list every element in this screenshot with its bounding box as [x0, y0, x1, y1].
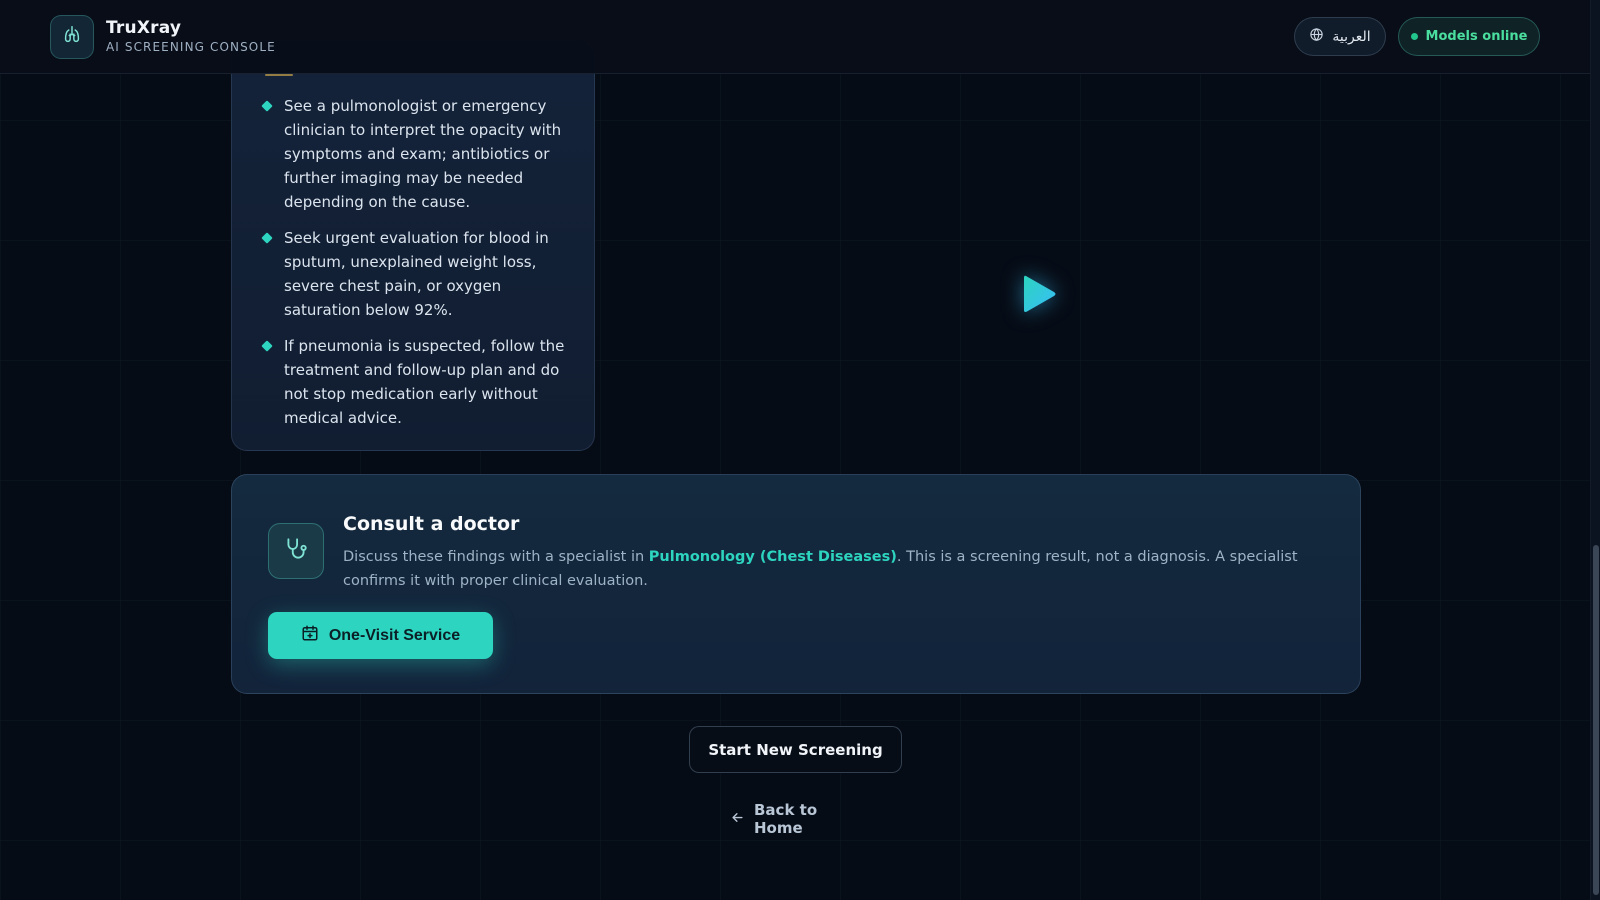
consult-doctor-card: Consult a doctor Discuss these findings … [231, 474, 1361, 694]
page-scrollbar[interactable] [1590, 0, 1600, 900]
consult-desc-lead: Discuss these findings with a specialist… [343, 549, 649, 565]
language-label: العربية [1332, 28, 1371, 45]
recommendation-text: Seek urgent evaluation for blood in sput… [284, 229, 549, 319]
status-dot-icon [1410, 33, 1418, 40]
list-item: Seek urgent evaluation for blood in sput… [261, 226, 580, 322]
card-accent-line [265, 74, 293, 76]
start-new-screening-label: Start New Screening [708, 740, 883, 759]
list-item: If pneumonia is suspected, follow the tr… [261, 334, 580, 430]
top-header: TruXray AI SCREENING CONSOLE العربية Mod… [0, 0, 1590, 74]
back-to-home-link[interactable]: Back to Home [730, 801, 870, 837]
diamond-bullet-icon [261, 232, 273, 244]
recommendation-text: See a pulmonologist or emergency clinici… [284, 97, 562, 211]
app-name: TruXray [106, 18, 182, 38]
recommendation-text: If pneumonia is suspected, follow the tr… [284, 337, 565, 427]
scrollbar-thumb[interactable] [1593, 545, 1599, 895]
calendar-plus-icon [301, 624, 319, 647]
list-item: See a pulmonologist or emergency clinici… [261, 94, 580, 214]
diamond-bullet-icon [261, 340, 273, 352]
specialty-highlight: Pulmonology (Chest Diseases) [648, 549, 897, 565]
arrow-left-icon [730, 810, 745, 829]
back-to-home-label: Back to Home [754, 801, 818, 837]
consult-title: Consult a doctor [343, 513, 520, 535]
stethoscope-badge [268, 523, 324, 579]
lungs-icon [61, 24, 83, 50]
diamond-bullet-icon [261, 100, 273, 112]
stethoscope-icon [283, 536, 309, 566]
app-subtitle: AI SCREENING CONSOLE [106, 40, 276, 54]
brand-logo[interactable] [50, 15, 94, 59]
recommendations-list: See a pulmonologist or emergency clinici… [261, 94, 580, 442]
status-label: Models online [1425, 29, 1528, 44]
one-visit-service-button[interactable]: One-Visit Service [268, 612, 493, 659]
models-status-badge: Models online [1398, 17, 1540, 56]
language-toggle-button[interactable]: العربية [1294, 17, 1386, 56]
start-new-screening-button[interactable]: Start New Screening [689, 726, 902, 773]
consult-description: Discuss these findings with a specialist… [343, 545, 1303, 593]
one-visit-label: One-Visit Service [328, 626, 461, 644]
recommendations-card: See a pulmonologist or emergency clinici… [231, 40, 595, 451]
play-icon[interactable] [1020, 272, 1060, 316]
globe-icon [1309, 27, 1324, 46]
